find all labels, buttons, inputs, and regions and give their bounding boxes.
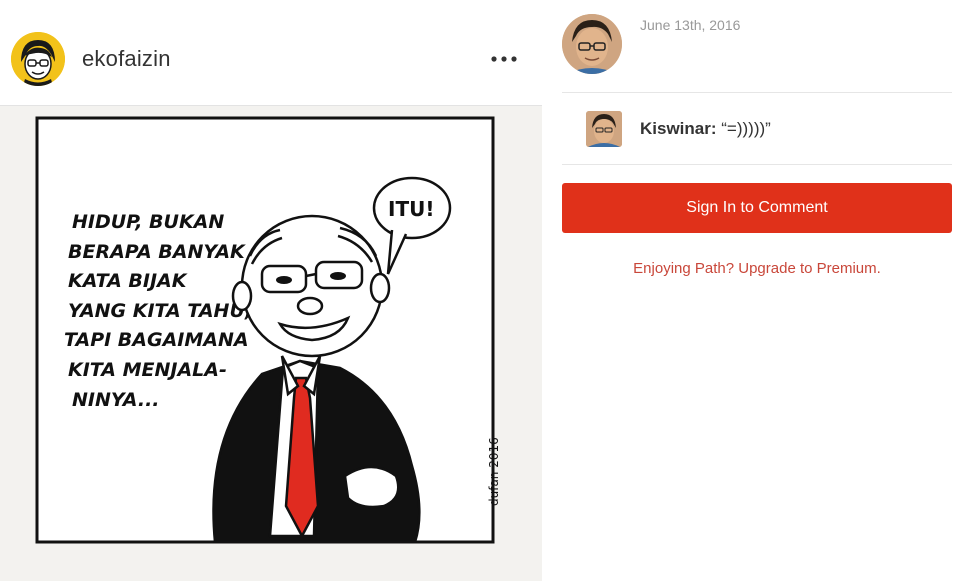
svg-text:YANG KITA TAHU,: YANG KITA TAHU,	[68, 300, 252, 322]
post-header: ekofaizin	[0, 0, 542, 106]
post-image[interactable]: HIDUP, BUKAN BERAPA BANYAK KATA BIJAK YA…	[0, 106, 542, 581]
author-name[interactable]: ekofaizin	[82, 46, 171, 72]
comments-panel: June 13th, 2016 Kiswinar: “=)))))” Sign …	[562, 0, 952, 581]
svg-text:ITU!: ITU!	[388, 197, 434, 221]
artist-signature: dufan 2016	[487, 437, 501, 506]
svg-text:BERAPA BANYAK: BERAPA BANYAK	[68, 241, 246, 263]
comment-avatar[interactable]	[586, 111, 622, 147]
comment-author-photo	[586, 111, 622, 147]
svg-text:HIDUP, BUKAN: HIDUP, BUKAN	[72, 211, 224, 233]
divider	[562, 164, 952, 165]
svg-text:NINYA...: NINYA...	[72, 389, 160, 411]
comment-item: Kiswinar: “=)))))”	[562, 93, 952, 164]
svg-text:TAPI BAGAIMANA: TAPI BAGAIMANA	[64, 329, 249, 351]
comment-author[interactable]: Kiswinar:	[640, 119, 717, 138]
cartoon-illustration: HIDUP, BUKAN BERAPA BANYAK KATA BIJAK YA…	[35, 116, 501, 544]
comment-body: “=)))))”	[721, 119, 771, 138]
upgrade-premium-link[interactable]: Enjoying Path? Upgrade to Premium.	[562, 260, 952, 277]
svg-text:KATA BIJAK: KATA BIJAK	[68, 270, 188, 292]
sign-in-to-comment-button[interactable]: Sign In to Comment	[562, 183, 952, 233]
more-options-button[interactable]	[486, 44, 522, 74]
commenter-avatar-large[interactable]	[562, 14, 622, 74]
author-avatar-illustration	[11, 32, 65, 86]
post-date: June 13th, 2016	[640, 17, 741, 33]
more-horizontal-icon	[491, 56, 517, 62]
commenter-photo	[562, 14, 622, 74]
comment-text: Kiswinar: “=)))))”	[640, 119, 771, 139]
author-avatar[interactable]	[11, 32, 65, 86]
svg-text:KITA MENJALA-: KITA MENJALA-	[68, 359, 227, 381]
